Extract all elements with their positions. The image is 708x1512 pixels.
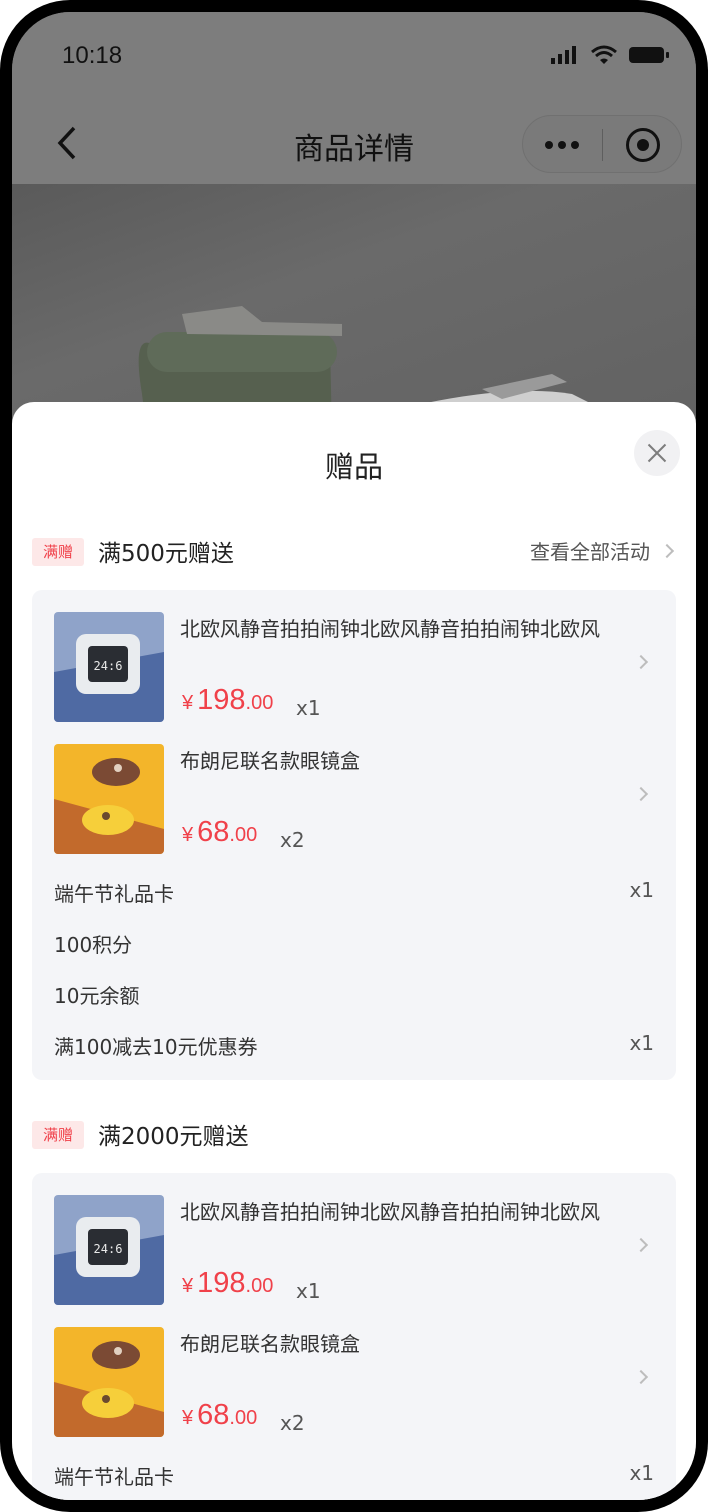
svg-text:24:6: 24:6 bbox=[94, 1242, 123, 1256]
section-title: 满500元赠送 bbox=[98, 541, 234, 567]
more-icon[interactable] bbox=[545, 141, 579, 149]
chevron-right-icon bbox=[659, 543, 675, 558]
svg-text:24:6: 24:6 bbox=[94, 659, 123, 673]
gift-item-row: 端午节礼品卡 x1 bbox=[54, 1461, 654, 1491]
gift-item-label: 10元余额 bbox=[54, 984, 140, 1008]
product-price: ¥68.00 bbox=[182, 816, 258, 848]
chevron-right-icon bbox=[633, 786, 649, 802]
close-icon[interactable] bbox=[634, 430, 680, 476]
gift-sheet: 赠品 满赠 满500元赠送 查看全部活动 24:6 北欧风静音拍拍闹钟北欧风静音… bbox=[12, 402, 696, 1500]
section-header: 满赠 满2000元赠送 bbox=[32, 1115, 672, 1155]
clock-image: 24:6 bbox=[54, 612, 164, 722]
gift-item-quantity: x1 bbox=[629, 878, 654, 902]
gift-item-row: 10元余额 bbox=[54, 980, 654, 1010]
nav-bar: 商品详情 bbox=[12, 102, 696, 184]
clock-image: 24:6 bbox=[54, 1195, 164, 1305]
product-quantity: x1 bbox=[296, 1279, 321, 1303]
sheet-title: 赠品 bbox=[324, 450, 383, 484]
gift-item-label: 100积分 bbox=[54, 933, 133, 957]
capsule-divider bbox=[602, 129, 603, 161]
view-all-label: 查看全部活动 bbox=[530, 540, 650, 564]
section-header: 满赠 满500元赠送 查看全部活动 bbox=[32, 532, 675, 572]
glasses-case-image bbox=[54, 744, 164, 854]
product-price: ¥198.00 bbox=[182, 684, 274, 716]
gift-product[interactable]: 布朗尼联名款眼镜盒 ¥68.00 x2 bbox=[54, 744, 654, 856]
glasses-case-image bbox=[54, 1327, 164, 1437]
gift-item-quantity: x1 bbox=[629, 1461, 654, 1485]
wifi-icon bbox=[591, 45, 617, 64]
chevron-right-icon bbox=[633, 1237, 649, 1253]
chevron-right-icon bbox=[633, 1369, 649, 1385]
status-icons bbox=[550, 45, 670, 65]
phone-frame: 10:18 商品详情 赠品 满赠 满500元赠送 查看全部活动 24:6 北欧风… bbox=[0, 0, 708, 1512]
gift-item-label: 端午节礼品卡 bbox=[54, 882, 174, 906]
section-title: 满2000元赠送 bbox=[98, 1124, 249, 1150]
battery-icon bbox=[629, 47, 669, 63]
product-price: ¥198.00 bbox=[182, 1267, 274, 1299]
product-quantity: x2 bbox=[280, 1411, 305, 1435]
close-program-icon[interactable] bbox=[626, 128, 660, 162]
gift-item-row: 端午节礼品卡 x1 bbox=[54, 878, 654, 908]
gift-item-label: 满100减去10元优惠券 bbox=[54, 1035, 258, 1059]
signal-icon bbox=[551, 46, 576, 64]
product-name: 北欧风静音拍拍闹钟北欧风静音拍拍闹钟北欧风 bbox=[180, 1200, 600, 1224]
gift-item-row: 满100减去10元优惠券 x1 bbox=[54, 1031, 654, 1061]
gift-card: 24:6 北欧风静音拍拍闹钟北欧风静音拍拍闹钟北欧风 ¥198.00 x1 布朗… bbox=[32, 590, 676, 1080]
gift-card: 24:6 北欧风静音拍拍闹钟北欧风静音拍拍闹钟北欧风 ¥198.00 x1 布朗… bbox=[32, 1173, 676, 1500]
product-name: 布朗尼联名款眼镜盒 bbox=[180, 1332, 360, 1356]
mini-program-capsule bbox=[522, 115, 682, 173]
product-hero-image bbox=[12, 184, 696, 434]
gift-product[interactable]: 布朗尼联名款眼镜盒 ¥68.00 x2 bbox=[54, 1327, 654, 1439]
status-bar: 10:18 bbox=[12, 12, 696, 102]
product-price: ¥68.00 bbox=[182, 1399, 258, 1431]
promo-tag: 满赠 bbox=[32, 1121, 84, 1149]
status-time: 10:18 bbox=[62, 42, 123, 69]
gift-item-label: 端午节礼品卡 bbox=[54, 1465, 174, 1489]
product-quantity: x1 bbox=[296, 696, 321, 720]
gift-item-quantity: x1 bbox=[629, 1031, 654, 1055]
product-name: 北欧风静音拍拍闹钟北欧风静音拍拍闹钟北欧风 bbox=[180, 617, 600, 641]
chevron-right-icon bbox=[633, 654, 649, 670]
screen: 10:18 商品详情 赠品 满赠 满500元赠送 查看全部活动 24:6 北欧风… bbox=[12, 12, 696, 1500]
view-all-activities-link[interactable]: 查看全部活动 bbox=[530, 536, 675, 565]
promo-tag: 满赠 bbox=[32, 538, 84, 566]
gift-item-row: 100积分 bbox=[54, 929, 654, 959]
gift-product[interactable]: 24:6 北欧风静音拍拍闹钟北欧风静音拍拍闹钟北欧风 ¥198.00 x1 bbox=[54, 1195, 654, 1307]
product-name: 布朗尼联名款眼镜盒 bbox=[180, 749, 360, 773]
gift-product[interactable]: 24:6 北欧风静音拍拍闹钟北欧风静音拍拍闹钟北欧风 ¥198.00 x1 bbox=[54, 612, 654, 724]
product-quantity: x2 bbox=[280, 828, 305, 852]
